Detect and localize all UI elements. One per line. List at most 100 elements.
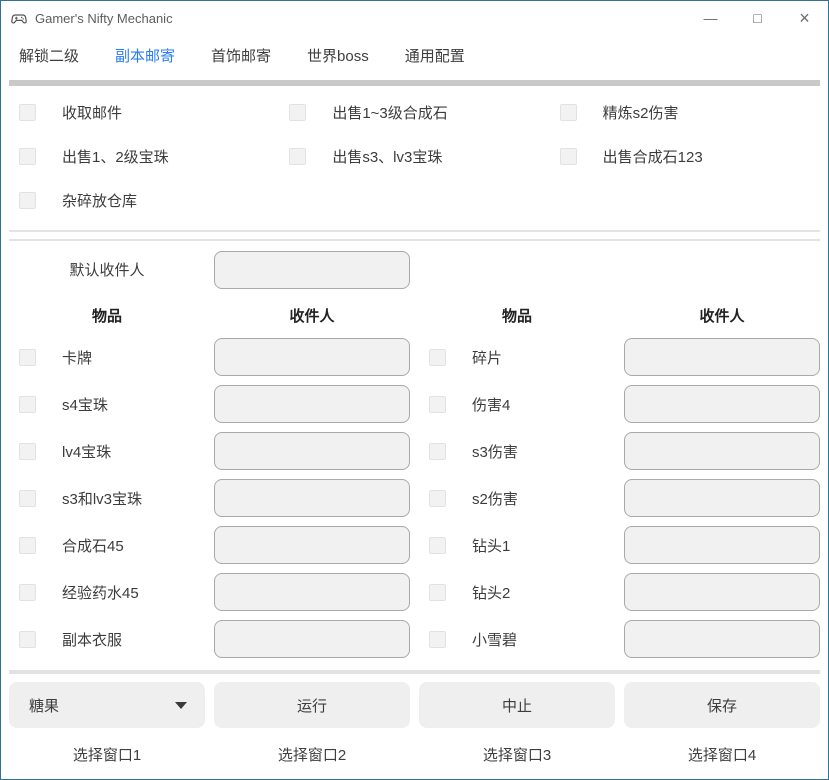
checkbox[interactable] bbox=[560, 148, 577, 165]
item-checkbox[interactable] bbox=[19, 490, 36, 507]
default-recipient-input[interactable] bbox=[214, 251, 410, 289]
item-checkbox[interactable] bbox=[19, 537, 36, 554]
select-window-3[interactable]: 选择窗口3 bbox=[419, 744, 615, 765]
recipient-input[interactable] bbox=[214, 526, 410, 564]
item-checkbox[interactable] bbox=[19, 396, 36, 413]
titlebar: Gamer's Nifty Mechanic — □ × bbox=[1, 1, 828, 35]
item-checkbox[interactable] bbox=[19, 584, 36, 601]
item-checkbox[interactable] bbox=[19, 631, 36, 648]
header-recipient-left: 收件人 bbox=[214, 305, 410, 326]
recipient-input[interactable] bbox=[624, 526, 820, 564]
item-row-s3-lv3-gem: s3和lv3宝珠 bbox=[9, 479, 205, 517]
recipient-input[interactable] bbox=[214, 573, 410, 611]
select-window-4[interactable]: 选择窗口4 bbox=[624, 744, 820, 765]
checkbox[interactable] bbox=[19, 192, 36, 209]
checkbox[interactable] bbox=[19, 104, 36, 121]
checkbox[interactable] bbox=[289, 104, 306, 121]
option-refine-s2-damage: 精炼s2伤害 bbox=[550, 90, 820, 134]
item-label: s3和lv3宝珠 bbox=[62, 488, 142, 509]
window-select-value: 糖果 bbox=[29, 695, 59, 716]
items-grid: 卡牌 碎片 s4宝珠 伤害4 lv4宝珠 s3伤害 s3和 bbox=[1, 326, 828, 658]
close-icon[interactable]: × bbox=[781, 1, 828, 35]
window-title: Gamer's Nifty Mechanic bbox=[35, 11, 173, 26]
item-checkbox[interactable] bbox=[429, 396, 446, 413]
window-controls: — □ × bbox=[687, 1, 828, 35]
item-row-drill2: 钻头2 bbox=[419, 573, 615, 611]
item-checkbox[interactable] bbox=[429, 490, 446, 507]
option-sell-s3-lv3-gem: 出售s3、lv3宝珠 bbox=[279, 134, 549, 178]
save-button[interactable]: 保存 bbox=[624, 682, 820, 728]
tab-unlock-level2[interactable]: 解锁二级 bbox=[19, 45, 79, 66]
checkbox[interactable] bbox=[289, 148, 306, 165]
option-sell-gem-1-2: 出售1、2级宝珠 bbox=[9, 134, 279, 178]
option-label: 出售s3、lv3宝珠 bbox=[332, 146, 442, 167]
checkbox[interactable] bbox=[560, 104, 577, 121]
item-row-card: 卡牌 bbox=[9, 338, 205, 376]
header-item-left: 物品 bbox=[9, 305, 205, 326]
checkbox[interactable] bbox=[19, 148, 36, 165]
recipient-input[interactable] bbox=[214, 620, 410, 658]
item-checkbox[interactable] bbox=[429, 631, 446, 648]
option-sell-synth-stone-1-3: 出售1~3级合成石 bbox=[279, 90, 549, 134]
item-label: 副本衣服 bbox=[62, 629, 122, 650]
abort-button[interactable]: 中止 bbox=[419, 682, 615, 728]
tab-dungeon-mail[interactable]: 副本邮寄 bbox=[115, 45, 175, 66]
run-button[interactable]: 运行 bbox=[214, 682, 410, 728]
item-label: 伤害4 bbox=[472, 394, 510, 415]
maximize-icon[interactable]: □ bbox=[734, 1, 781, 35]
recipient-input[interactable] bbox=[624, 573, 820, 611]
item-row-exp-potion-45: 经验药水45 bbox=[9, 573, 205, 611]
default-recipient-row: 默认收件人 bbox=[1, 241, 828, 289]
item-row-s4-gem: s4宝珠 bbox=[9, 385, 205, 423]
select-window-2[interactable]: 选择窗口2 bbox=[214, 744, 410, 765]
recipient-input[interactable] bbox=[624, 479, 820, 517]
item-row-dungeon-clothes: 副本衣服 bbox=[9, 620, 205, 658]
header-item-right: 物品 bbox=[419, 305, 615, 326]
recipient-input[interactable] bbox=[624, 338, 820, 376]
item-label: 小雪碧 bbox=[472, 629, 517, 650]
item-checkbox[interactable] bbox=[429, 349, 446, 366]
chevron-down-icon bbox=[175, 702, 187, 709]
tab-general-config[interactable]: 通用配置 bbox=[405, 45, 465, 66]
item-checkbox[interactable] bbox=[19, 349, 36, 366]
minimize-icon[interactable]: — bbox=[687, 1, 734, 35]
option-label: 精炼s2伤害 bbox=[603, 102, 679, 123]
recipient-input[interactable] bbox=[214, 432, 410, 470]
item-row-lv4-gem: lv4宝珠 bbox=[9, 432, 205, 470]
item-row-drill1: 钻头1 bbox=[419, 526, 615, 564]
recipient-input[interactable] bbox=[214, 479, 410, 517]
recipient-input[interactable] bbox=[624, 432, 820, 470]
item-row-s3-damage: s3伤害 bbox=[419, 432, 615, 470]
tab-jewelry-mail[interactable]: 首饰邮寄 bbox=[211, 45, 271, 66]
options-section: 收取邮件 出售1~3级合成石 精炼s2伤害 出售1、2级宝珠 出售s3、lv3宝… bbox=[1, 86, 828, 222]
tab-bar: 解锁二级 副本邮寄 首饰邮寄 世界boss 通用配置 bbox=[1, 35, 828, 80]
item-checkbox[interactable] bbox=[19, 443, 36, 460]
item-checkbox[interactable] bbox=[429, 443, 446, 460]
select-window-row: 选择窗口1 选择窗口2 选择窗口3 选择窗口4 bbox=[1, 728, 828, 765]
item-label: s4宝珠 bbox=[62, 394, 108, 415]
item-checkbox[interactable] bbox=[429, 537, 446, 554]
item-label: 钻头2 bbox=[472, 582, 510, 603]
item-row-fragment: 碎片 bbox=[419, 338, 615, 376]
item-label: 卡牌 bbox=[62, 347, 92, 368]
recipient-input[interactable] bbox=[214, 338, 410, 376]
tab-world-boss[interactable]: 世界boss bbox=[307, 45, 369, 66]
item-label: 经验药水45 bbox=[62, 582, 139, 603]
footer-separator bbox=[9, 670, 820, 674]
item-label: 合成石45 bbox=[62, 535, 124, 556]
item-row-synth-stone-45: 合成石45 bbox=[9, 526, 205, 564]
footer-controls: 糖果 运行 中止 保存 bbox=[1, 682, 828, 728]
window-select-dropdown[interactable]: 糖果 bbox=[9, 682, 205, 728]
recipient-input[interactable] bbox=[624, 620, 820, 658]
option-label: 出售合成石123 bbox=[603, 146, 703, 167]
option-label: 出售1~3级合成石 bbox=[332, 102, 447, 123]
gamepad-icon bbox=[11, 10, 27, 26]
option-label: 收取邮件 bbox=[62, 102, 122, 123]
recipient-input[interactable] bbox=[624, 385, 820, 423]
item-checkbox[interactable] bbox=[429, 584, 446, 601]
app-window: Gamer's Nifty Mechanic — □ × 解锁二级 副本邮寄 首… bbox=[0, 0, 829, 780]
recipient-input[interactable] bbox=[214, 385, 410, 423]
column-headers: 物品 收件人 物品 收件人 bbox=[1, 289, 828, 326]
option-collect-mail: 收取邮件 bbox=[9, 90, 279, 134]
select-window-1[interactable]: 选择窗口1 bbox=[9, 744, 205, 765]
